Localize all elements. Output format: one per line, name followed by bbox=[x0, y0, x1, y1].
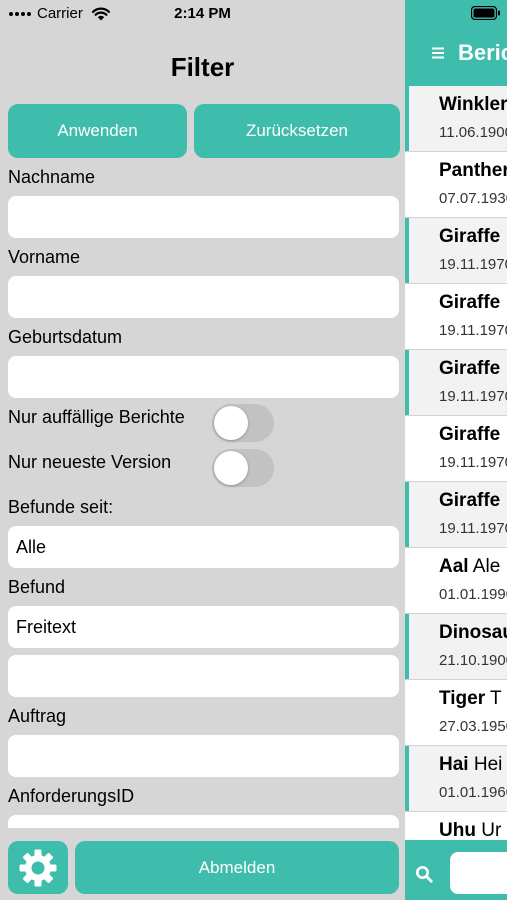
item-name: Aal Ale bbox=[439, 556, 501, 577]
latest-only-toggle[interactable] bbox=[212, 449, 274, 487]
item-date: 19.11.1970 bbox=[439, 322, 507, 339]
list-item[interactable]: Hai Hei 01.01.1960 bbox=[405, 746, 507, 812]
lastname-label: Nachname bbox=[8, 167, 96, 187]
toggle-knob bbox=[214, 406, 248, 440]
birthdate-field[interactable] bbox=[8, 356, 399, 398]
status-bar: Carrier 2:14 PM bbox=[0, 0, 405, 26]
abnormal-only-label: Nur auffällige Berichte bbox=[8, 407, 185, 427]
status-time: 2:14 PM bbox=[174, 5, 231, 22]
list-item[interactable]: Tiger T 27.03.1950 bbox=[405, 680, 507, 746]
menu-icon[interactable] bbox=[432, 47, 444, 59]
request-id-label: AnforderungsID bbox=[8, 786, 135, 806]
firstname-label: Vorname bbox=[8, 247, 81, 267]
toggle-knob bbox=[214, 451, 248, 485]
birthdate-label: Geburtsdatum bbox=[8, 327, 123, 347]
item-date: 07.07.1930 bbox=[439, 190, 507, 207]
page-title: Filter bbox=[170, 52, 235, 82]
report-list-panel: Berichte Winkler 11.06.1900 Panther 07.0… bbox=[405, 0, 507, 900]
findings-since-label: Befunde seit: bbox=[8, 497, 114, 517]
item-name: Winkler bbox=[439, 94, 507, 115]
item-date: 11.06.1900 bbox=[439, 124, 507, 141]
findings-since-field[interactable]: Alle bbox=[8, 526, 399, 568]
latest-only-label: Nur neueste Version bbox=[8, 452, 172, 472]
reset-button[interactable]: Zurücksetzen bbox=[194, 104, 400, 158]
selection-accent bbox=[405, 746, 409, 811]
item-name: Panther bbox=[439, 160, 507, 181]
list-item[interactable]: Giraffe 19.11.1970 bbox=[405, 284, 507, 350]
apply-button[interactable]: Anwenden bbox=[8, 104, 187, 158]
list-item[interactable]: Giraffe 19.11.1970 bbox=[405, 482, 507, 548]
list-item[interactable]: Winkler 11.06.1900 bbox=[405, 86, 507, 152]
list-item[interactable]: Giraffe 19.11.1970 bbox=[405, 416, 507, 482]
item-date: 21.10.1900 bbox=[439, 652, 507, 669]
finding-extra-field[interactable] bbox=[8, 655, 399, 697]
firstname-field[interactable] bbox=[8, 276, 399, 318]
finding-label: Befund bbox=[8, 577, 66, 597]
lastname-field[interactable] bbox=[8, 196, 399, 238]
item-name: Dinosaurier bbox=[439, 622, 507, 643]
search-bar bbox=[405, 840, 507, 900]
item-name: Hai Hei bbox=[439, 754, 503, 775]
order-field[interactable] bbox=[8, 735, 399, 777]
item-name: Uhu Ur bbox=[439, 820, 502, 841]
list-item[interactable]: Panther 07.07.1930 bbox=[405, 152, 507, 218]
selection-accent bbox=[405, 350, 409, 415]
selection-accent bbox=[405, 218, 409, 283]
list-title: Berichte bbox=[458, 40, 507, 65]
item-name: Giraffe bbox=[439, 424, 501, 445]
item-name: Giraffe bbox=[439, 490, 501, 511]
search-icon bbox=[416, 866, 433, 883]
item-date: 19.11.1970 bbox=[439, 256, 507, 273]
logout-button[interactable]: Abmelden bbox=[75, 841, 399, 894]
item-date: 19.11.1970 bbox=[439, 520, 507, 537]
item-name: Giraffe bbox=[439, 358, 501, 379]
finding-field[interactable]: Freitext bbox=[8, 606, 399, 648]
item-name: Giraffe bbox=[439, 226, 501, 247]
item-name: Tiger T bbox=[439, 688, 502, 709]
list-header: Berichte bbox=[405, 0, 507, 86]
gear-icon bbox=[19, 849, 57, 886]
selection-accent bbox=[405, 614, 409, 679]
list-item[interactable]: Giraffe 19.11.1970 bbox=[405, 350, 507, 416]
item-date: 19.11.1970 bbox=[439, 388, 507, 405]
item-date: 01.01.1990 bbox=[439, 586, 507, 603]
selection-accent bbox=[405, 482, 409, 547]
list-item[interactable]: Aal Ale 01.01.1990 bbox=[405, 548, 507, 614]
list-item[interactable]: Giraffe 19.11.1970 bbox=[405, 218, 507, 284]
battery-icon bbox=[471, 6, 500, 20]
list-item[interactable]: Dinosaurier 21.10.1900 bbox=[405, 614, 507, 680]
item-date: 27.03.1950 bbox=[439, 718, 507, 735]
search-input[interactable] bbox=[450, 852, 507, 894]
item-date: 19.11.1970 bbox=[439, 454, 507, 471]
abnormal-only-toggle[interactable] bbox=[212, 404, 274, 442]
settings-button[interactable] bbox=[8, 841, 68, 894]
selection-accent bbox=[405, 86, 409, 151]
filter-panel: Carrier 2:14 PM Filter Anwenden Zurückse… bbox=[0, 0, 405, 900]
item-date: 01.01.1960 bbox=[439, 784, 507, 801]
order-label: Auftrag bbox=[8, 706, 67, 726]
item-name: Giraffe bbox=[439, 292, 501, 313]
